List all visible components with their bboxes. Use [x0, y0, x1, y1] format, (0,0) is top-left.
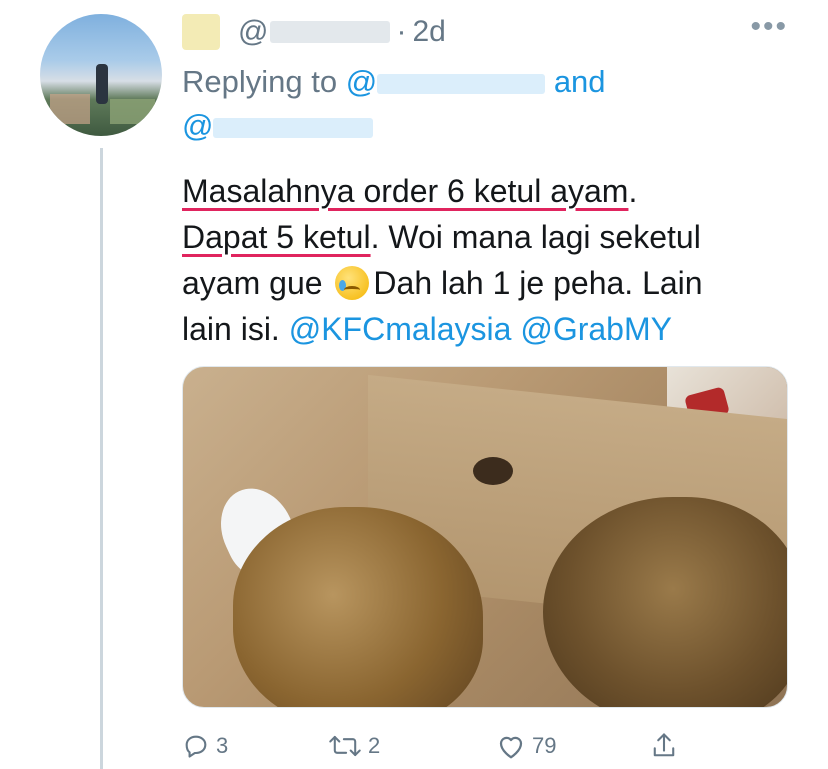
replying-to: Replying to @ and @	[182, 60, 792, 148]
retweet-count: 2	[368, 733, 381, 758]
underlined-text-2: Dapat 5 ketul	[182, 219, 371, 255]
reply-icon	[182, 732, 210, 760]
thread-line	[100, 148, 103, 769]
like-icon	[496, 732, 526, 760]
retweet-button[interactable]: 2	[328, 732, 380, 760]
mention-grabmy[interactable]: @GrabMY	[520, 311, 672, 347]
underlined-text-1: Masalahnya order 6 ketul ayam	[182, 173, 629, 209]
handle-at[interactable]: @	[238, 15, 268, 49]
like-button[interactable]: 79	[496, 732, 556, 760]
reply-and: and	[545, 64, 606, 99]
reply-count: 3	[216, 733, 229, 758]
tweet-photo[interactable]	[182, 366, 788, 708]
reply-mention-1[interactable]: @	[346, 64, 546, 99]
tweet-text: Masalahnya order 6 ketul ayam. Dapat 5 k…	[182, 173, 703, 347]
like-count: 79	[532, 733, 557, 758]
display-name-redacted[interactable]	[182, 14, 220, 50]
mention-kfcmalaysia[interactable]: @KFCmalaysia	[289, 311, 512, 347]
replying-to-label: Replying to	[182, 64, 346, 99]
tweet-actions: 3 2 79	[182, 728, 692, 764]
share-icon	[650, 731, 678, 761]
handle-redacted[interactable]	[270, 21, 391, 43]
crying-emoji-icon	[335, 266, 370, 300]
reply-button[interactable]: 3	[182, 732, 228, 760]
separator-dot: ·	[396, 15, 407, 48]
more-icon[interactable]: •••	[750, 12, 788, 42]
retweet-icon	[328, 732, 362, 760]
tweet-header: @ · 2d	[182, 10, 446, 54]
avatar[interactable]	[40, 14, 162, 136]
share-button[interactable]	[650, 731, 678, 761]
timestamp[interactable]: 2d	[412, 15, 445, 49]
reply-mention-2[interactable]: @	[182, 108, 374, 143]
